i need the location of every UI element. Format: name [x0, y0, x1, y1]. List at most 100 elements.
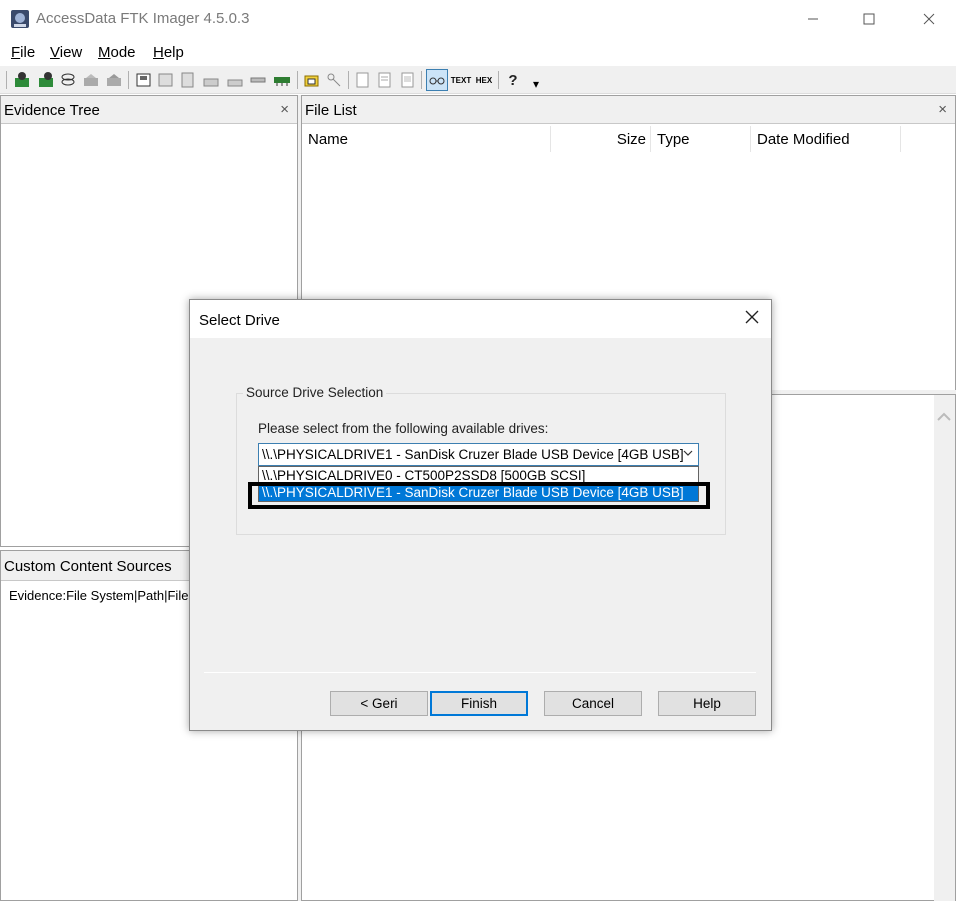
chevron-down-icon: ▾ [532, 77, 540, 91]
create-disk-image-button[interactable] [134, 70, 154, 90]
logical-image-icon [181, 72, 194, 88]
help-button[interactable]: Help [658, 691, 756, 716]
hex-view-button[interactable]: HEX [474, 70, 494, 90]
remove-evidence-button[interactable] [81, 70, 101, 90]
drive-icon [250, 77, 266, 83]
cancel-button-label: Cancel [571, 696, 615, 711]
close-window-button[interactable] [906, 0, 952, 38]
help-button-label: Help [693, 696, 721, 711]
custom-content-icon [203, 78, 219, 87]
finish-button[interactable]: Finish [430, 691, 528, 716]
remove-all-evidence-button[interactable] [104, 70, 124, 90]
column-size-label: Size [616, 131, 646, 148]
export-logical-image-button[interactable] [178, 70, 198, 90]
viewer-scrollbar[interactable] [934, 395, 955, 901]
document-list-icon [401, 72, 414, 88]
window-title: AccessData FTK Imager 4.5.0.3 [36, 10, 250, 27]
minimize-button[interactable] [790, 0, 836, 38]
back-button[interactable]: < Geri [330, 691, 428, 716]
toolbar-separator [348, 71, 349, 89]
add-all-evidence-icon [39, 72, 53, 87]
cancel-button[interactable]: Cancel [544, 691, 642, 716]
add-evidence-button[interactable] [12, 70, 32, 90]
menu-mode[interactable]: Mode [98, 44, 136, 61]
drive-select-value: \\.\PHYSICALDRIVE1 - SanDisk Cruzer Blad… [262, 447, 684, 462]
custom-image-icon [227, 79, 243, 87]
drive-selection-instruction: Please select from the following availab… [258, 421, 549, 436]
chevron-down-icon[interactable] [682, 446, 694, 460]
column-header-name[interactable]: Name [302, 126, 551, 152]
custom-content-title: Custom Content Sources [4, 558, 172, 575]
hex-view-label: HEX [475, 75, 493, 85]
help-question-icon: ? [508, 71, 518, 89]
menu-help-mnemonic: H [153, 44, 164, 61]
maximize-button[interactable] [846, 0, 892, 38]
file-list-header: File List × [302, 96, 955, 124]
menu-help-label: elp [163, 44, 184, 61]
toolbar-overflow-button[interactable]: ▾ [526, 74, 546, 94]
column-name-label: Name [308, 131, 349, 148]
select-drive-dialog: Select Drive Source Drive Selection Plea… [189, 299, 772, 731]
image-mounting-icon [61, 73, 75, 86]
capture-memory-button[interactable] [272, 70, 292, 90]
glasses-icon [429, 77, 445, 85]
ftk-imager-app-icon [11, 10, 29, 28]
auto-view-button[interactable] [426, 69, 448, 91]
toolbar-separator [498, 71, 499, 89]
create-custom-image-button[interactable] [225, 70, 245, 90]
text-view-label: TEXT [450, 75, 472, 85]
minimize-icon [808, 18, 818, 20]
menu-file-label: ile [20, 44, 36, 61]
export-file-hash-button[interactable] [375, 70, 395, 90]
remove-evidence-icon [84, 74, 98, 86]
scroll-up-icon[interactable] [934, 407, 955, 427]
dialog-title-bar: Select Drive [190, 300, 771, 338]
image-mounting-button[interactable] [58, 70, 78, 90]
menu-mode-label: ode [110, 44, 136, 61]
export-disk-image-button[interactable] [156, 70, 176, 90]
evidence-tree-header: Evidence Tree × [1, 96, 297, 124]
help-toolbar-button[interactable]: ? [503, 70, 523, 90]
menu-view[interactable]: View [50, 44, 82, 61]
toolbar: TEXT HEX ? ▾ [0, 66, 956, 94]
toolbar-separator [297, 71, 298, 89]
obtain-protected-files-button[interactable] [302, 70, 322, 90]
menu-file[interactable]: File [11, 44, 35, 61]
back-button-label: < Geri [360, 696, 398, 711]
add-evidence-icon [15, 72, 29, 87]
close-icon [745, 310, 759, 324]
custom-content-column-headers: Evidence:File System|Path|File [9, 588, 189, 603]
source-drive-group-label: Source Drive Selection [243, 385, 387, 400]
title-bar: AccessData FTK Imager 4.5.0.3 [0, 0, 956, 38]
toolbar-grip [6, 71, 7, 89]
text-view-button[interactable]: TEXT [451, 70, 471, 90]
disk-image-icon [136, 73, 151, 87]
column-header-type[interactable]: Type [651, 126, 751, 152]
dialog-separator [204, 672, 756, 673]
close-icon [923, 13, 935, 25]
file-list-close-icon[interactable]: × [938, 101, 947, 118]
column-header-date-modified[interactable]: Date Modified [751, 126, 901, 152]
add-to-custom-content-files-button[interactable] [398, 70, 418, 90]
finish-button-label: Finish [460, 696, 497, 711]
document-lines-icon [378, 72, 391, 88]
dialog-close-button[interactable] [745, 308, 759, 329]
menu-help[interactable]: Help [153, 44, 184, 61]
export-files-button[interactable] [353, 70, 373, 90]
evidence-tree-title: Evidence Tree [4, 102, 100, 119]
menu-bar: File View Mode Help [0, 38, 956, 66]
detect-efs-button[interactable] [324, 70, 344, 90]
toolbar-separator [421, 71, 422, 89]
key-icon [327, 73, 341, 87]
drive-select-combobox[interactable]: \\.\PHYSICALDRIVE1 - SanDisk Cruzer Blad… [258, 443, 699, 466]
menu-view-mnemonic: V [50, 44, 60, 61]
column-header-size[interactable]: Size [551, 126, 651, 152]
memory-icon [274, 77, 290, 86]
toolbar-separator [128, 71, 129, 89]
add-all-evidence-button[interactable] [36, 70, 56, 90]
document-icon [356, 72, 369, 88]
evidence-tree-close-icon[interactable]: × [280, 101, 289, 118]
add-to-custom-content-button[interactable] [201, 70, 221, 90]
decrypt-button[interactable] [248, 70, 268, 90]
column-type-label: Type [657, 131, 690, 148]
